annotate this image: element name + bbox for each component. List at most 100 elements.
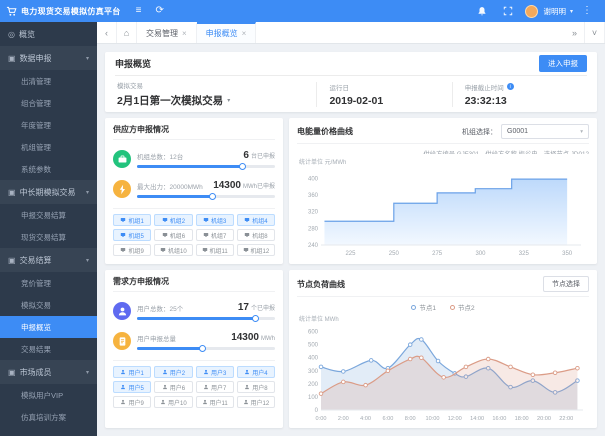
close-icon[interactable]: × bbox=[182, 29, 187, 38]
sidebar-item-8[interactable]: 申报交易结算 bbox=[0, 204, 97, 226]
sidebar-item-12[interactable]: 模拟交易 bbox=[0, 294, 97, 316]
svg-text:300: 300 bbox=[308, 369, 319, 375]
metric-slider[interactable] bbox=[137, 162, 275, 170]
user-chip-icon bbox=[162, 369, 167, 375]
sidebar-item-14[interactable]: 交易结果 bbox=[0, 338, 97, 360]
sidebar-item-label: 交易结果 bbox=[21, 344, 51, 354]
unit-select-dropdown[interactable]: G0001 ▾ bbox=[501, 124, 589, 139]
hamburger-menu-icon[interactable]: ≡ bbox=[129, 6, 149, 16]
svg-text:20:00: 20:00 bbox=[537, 416, 551, 422]
sidebar-item-label: 中长期模拟交易 bbox=[19, 187, 76, 197]
svg-text:2:00: 2:00 bbox=[338, 416, 349, 422]
user-button-8[interactable]: 用户8 bbox=[236, 381, 275, 393]
sidebar-item-4[interactable]: 年度管理 bbox=[0, 114, 97, 136]
fullscreen-icon[interactable] bbox=[496, 6, 520, 16]
document-icon bbox=[113, 332, 131, 350]
chip-label: 机组12 bbox=[250, 248, 270, 255]
info-icon[interactable]: i bbox=[506, 83, 514, 90]
user-button-9[interactable]: 用户9 bbox=[113, 396, 152, 408]
user-button-7[interactable]: 用户7 bbox=[195, 381, 234, 393]
slider-knob[interactable] bbox=[199, 344, 207, 352]
refresh-icon[interactable]: ⟳ bbox=[148, 6, 170, 16]
user-button-2[interactable]: 用户2 bbox=[154, 366, 193, 378]
user-button-11[interactable]: 用户11 bbox=[195, 396, 234, 408]
metric-value: 17 个已申报 bbox=[237, 302, 275, 313]
sidebar-item-9[interactable]: 现货交易结算 bbox=[0, 226, 97, 248]
sidebar-item-3[interactable]: 组合管理 bbox=[0, 92, 97, 114]
user-button-3[interactable]: 用户3 bbox=[195, 366, 234, 378]
unit-button-5[interactable]: 机组5 bbox=[113, 229, 152, 241]
sidebar-item-6[interactable]: 系统参数 bbox=[0, 158, 97, 180]
slider-knob[interactable] bbox=[208, 192, 216, 200]
unit-button-9[interactable]: 机组9 bbox=[113, 244, 152, 256]
legend-item[interactable]: 节点2 bbox=[450, 302, 475, 312]
bell-icon[interactable] bbox=[470, 6, 494, 16]
sidebar-item-17[interactable]: 仿真培训方案 bbox=[0, 406, 97, 428]
sidebar-item-13[interactable]: 申报概览 bbox=[0, 316, 97, 338]
metric-slider[interactable] bbox=[137, 192, 275, 200]
unit-selector-group: 机组选择： G0001 ▾ bbox=[462, 124, 589, 139]
unit-button-6[interactable]: 机组6 bbox=[154, 229, 193, 241]
metric-slider[interactable] bbox=[137, 314, 275, 322]
unit-button-8[interactable]: 机组8 bbox=[236, 229, 275, 241]
chevron-down-icon[interactable]: ▾ bbox=[227, 97, 230, 104]
sidebar-item-label: 交易结算 bbox=[19, 255, 52, 265]
tabs-forward-icon[interactable]: » bbox=[565, 22, 585, 43]
node-select-button[interactable]: 节点选择 bbox=[543, 276, 589, 292]
svg-text:400: 400 bbox=[308, 176, 319, 182]
unit-button-3[interactable]: 机组3 bbox=[195, 214, 234, 226]
more-options-icon[interactable]: ⋮ bbox=[575, 6, 599, 16]
user-chip-icon bbox=[162, 384, 167, 390]
unit-icon bbox=[244, 232, 250, 237]
tab-0[interactable]: 交易管理 × bbox=[137, 22, 197, 43]
sidebar-item-10[interactable]: ▣ 交易结算 ▾ bbox=[0, 248, 97, 272]
unit-button-12[interactable]: 机组12 bbox=[236, 244, 275, 256]
unit-button-1[interactable]: 机组1 bbox=[113, 214, 152, 226]
chip-label: 用户1 bbox=[128, 370, 144, 377]
user-name[interactable]: 谢明明 bbox=[543, 6, 566, 17]
home-icon[interactable]: ⌂ bbox=[117, 22, 137, 43]
sidebar-item-2[interactable]: 出清管理 bbox=[0, 70, 97, 92]
unit-select-value: G0001 bbox=[507, 128, 529, 135]
slider-knob[interactable] bbox=[251, 314, 259, 322]
metric-value: 6 台已申报 bbox=[243, 150, 275, 161]
metric-slider[interactable] bbox=[137, 344, 275, 352]
unit-button-7[interactable]: 机组7 bbox=[195, 229, 234, 241]
sidebar-item-15[interactable]: ▣ 市场成员 ▾ bbox=[0, 360, 97, 384]
user-button-4[interactable]: 用户4 bbox=[236, 366, 275, 378]
slider-knob[interactable] bbox=[239, 162, 247, 170]
user-button-5[interactable]: 用户5 bbox=[113, 381, 152, 393]
tabs-back-icon[interactable]: ‹ bbox=[97, 22, 117, 43]
legend-label: 节点1 bbox=[419, 305, 436, 312]
metric-value: 14300 MWh已申报 bbox=[213, 180, 275, 191]
user-button-6[interactable]: 用户6 bbox=[154, 381, 193, 393]
svg-text:0:00: 0:00 bbox=[316, 416, 327, 422]
legend-item[interactable]: 节点1 bbox=[411, 302, 436, 312]
unit-button-2[interactable]: 机组2 bbox=[154, 214, 193, 226]
user-button-10[interactable]: 用户10 bbox=[154, 396, 193, 408]
sidebar-item-11[interactable]: 竞价管理 bbox=[0, 272, 97, 294]
user-button-1[interactable]: 用户1 bbox=[113, 366, 152, 378]
right-column: 电能量价格曲线 机组选择： G0001 ▾ 供给方编号 GJF301 供给方名称… bbox=[289, 118, 597, 428]
chip-label: 机组1 bbox=[128, 218, 144, 225]
unit-button-11[interactable]: 机组11 bbox=[195, 244, 234, 256]
sidebar-item-7[interactable]: ▣ 中长期模拟交易 ▾ bbox=[0, 180, 97, 204]
user-avatar[interactable] bbox=[525, 4, 539, 18]
sidebar-item-label: 组合管理 bbox=[21, 98, 51, 108]
demand-users-grid: 用户1 用户2 用户3 用户4 用户5 用户6 用户7 用户8 用户9 用户10 用户11 用户12 bbox=[113, 366, 275, 408]
close-icon[interactable]: × bbox=[242, 29, 247, 38]
tabs-collapse-icon[interactable]: ˅ bbox=[585, 22, 605, 43]
user-button-12[interactable]: 用户12 bbox=[236, 396, 275, 408]
supplier-info-line: 供给方编号 GJF301 供给方名称 梅谷电 选择节点 JD012 bbox=[297, 149, 590, 154]
sidebar-item-5[interactable]: 机组管理 bbox=[0, 136, 97, 158]
sidebar-item-0[interactable]: ◎ 概览 bbox=[0, 22, 97, 46]
sidebar-item-1[interactable]: ▣ 数据申报 ▾ bbox=[0, 46, 97, 70]
sidebar-item-16[interactable]: 模拟用户VIP bbox=[0, 384, 97, 406]
user-menu-caret-icon[interactable]: ▾ bbox=[570, 8, 573, 15]
simulation-value[interactable]: 2月1日第一次模拟交易 ▾ bbox=[117, 93, 304, 108]
unit-button-4[interactable]: 机组4 bbox=[236, 214, 275, 226]
enter-declaration-button[interactable]: 进入申报 bbox=[539, 55, 587, 72]
app-title: 电力现货交易模拟仿真平台 bbox=[21, 6, 121, 16]
unit-button-10[interactable]: 机组10 bbox=[154, 244, 193, 256]
tab-1[interactable]: 申报概览 × bbox=[196, 22, 257, 43]
